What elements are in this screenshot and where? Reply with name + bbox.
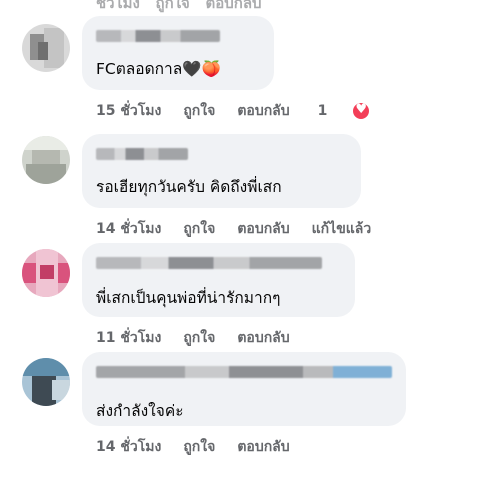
author-name[interactable] xyxy=(96,30,220,42)
reply-button[interactable]: ตอบกลับ xyxy=(237,436,289,458)
comment-text: รอเฮียทุกวันครับ คิดถึงพี่เสก xyxy=(96,178,282,196)
comment-item: รอเฮียทุกวันครับ คิดถึงพี่เสก 14 ชั่วโมง… xyxy=(0,134,501,244)
previous-comment-actions: ชั่วโมง ถูกใจ ตอบกลับ xyxy=(0,0,501,12)
heart-icon xyxy=(351,101,372,121)
comment-bubble: พี่เสกเป็นคุนพ่อที่น่ารักมากๆ xyxy=(82,243,355,317)
reply-button[interactable]: ตอบกลับ xyxy=(237,218,289,240)
comment-actions: 14 ชั่วโมง ถูกใจ ตอบกลับ แก้ไขแล้ว xyxy=(96,218,371,240)
comment-bubble: ส่งกำลังใจค่ะ xyxy=(82,352,406,426)
edited-label: แก้ไขแล้ว xyxy=(311,221,372,237)
comment-bubble: รอเฮียทุกวันครับ คิดถึงพี่เสก xyxy=(82,134,361,208)
like-button[interactable]: ถูกใจ xyxy=(183,327,215,349)
comment-actions: 11 ชั่วโมง ถูกใจ ตอบกลับ xyxy=(96,327,312,349)
avatar[interactable] xyxy=(22,249,70,297)
like-button[interactable]: ถูกใจ xyxy=(183,100,215,122)
comment-time[interactable]: 14 ชั่วโมง xyxy=(96,436,161,458)
reaction-count: 1 xyxy=(317,103,328,119)
comment-time[interactable]: 11 ชั่วโมง xyxy=(96,327,161,349)
comment-text: พี่เสกเป็นคุนพ่อที่น่ารักมากๆ xyxy=(96,289,281,307)
avatar[interactable] xyxy=(22,358,70,406)
avatar[interactable] xyxy=(22,136,70,184)
author-name[interactable] xyxy=(96,257,322,269)
comment-item: พี่เสกเป็นคุนพ่อที่น่ารักมากๆ 11 ชั่วโมง… xyxy=(0,243,501,353)
like-button[interactable]: ถูกใจ xyxy=(183,218,215,240)
comment-actions: 14 ชั่วโมง ถูกใจ ตอบกลับ xyxy=(96,436,312,458)
comment-bubble: FCตลอดกาล🖤🍑 xyxy=(82,16,274,90)
comment-time[interactable]: 15 ชั่วโมง xyxy=(96,100,161,122)
author-name[interactable] xyxy=(96,148,188,160)
reply-button[interactable]: ตอบกลับ xyxy=(237,100,289,122)
like-button[interactable]: ถูกใจ xyxy=(183,436,215,458)
comment-time[interactable]: 14 ชั่วโมง xyxy=(96,218,161,240)
comment-item: FCตลอดกาล🖤🍑 15 ชั่วโมง ถูกใจ ตอบกลับ 1 xyxy=(0,16,501,126)
comment-text: ส่งกำลังใจค่ะ xyxy=(96,402,184,420)
reply-button[interactable]: ตอบกลับ xyxy=(237,327,289,349)
comment-text: FCตลอดกาล🖤🍑 xyxy=(96,60,221,78)
comment-item: ส่งกำลังใจค่ะ 14 ชั่วโมง ถูกใจ ตอบกลับ xyxy=(0,352,501,462)
avatar[interactable] xyxy=(22,24,70,72)
comment-actions: 15 ชั่วโมง ถูกใจ ตอบกลับ 1 xyxy=(96,100,415,122)
reaction-summary[interactable]: 1 xyxy=(318,101,394,121)
author-name[interactable] xyxy=(96,366,392,378)
